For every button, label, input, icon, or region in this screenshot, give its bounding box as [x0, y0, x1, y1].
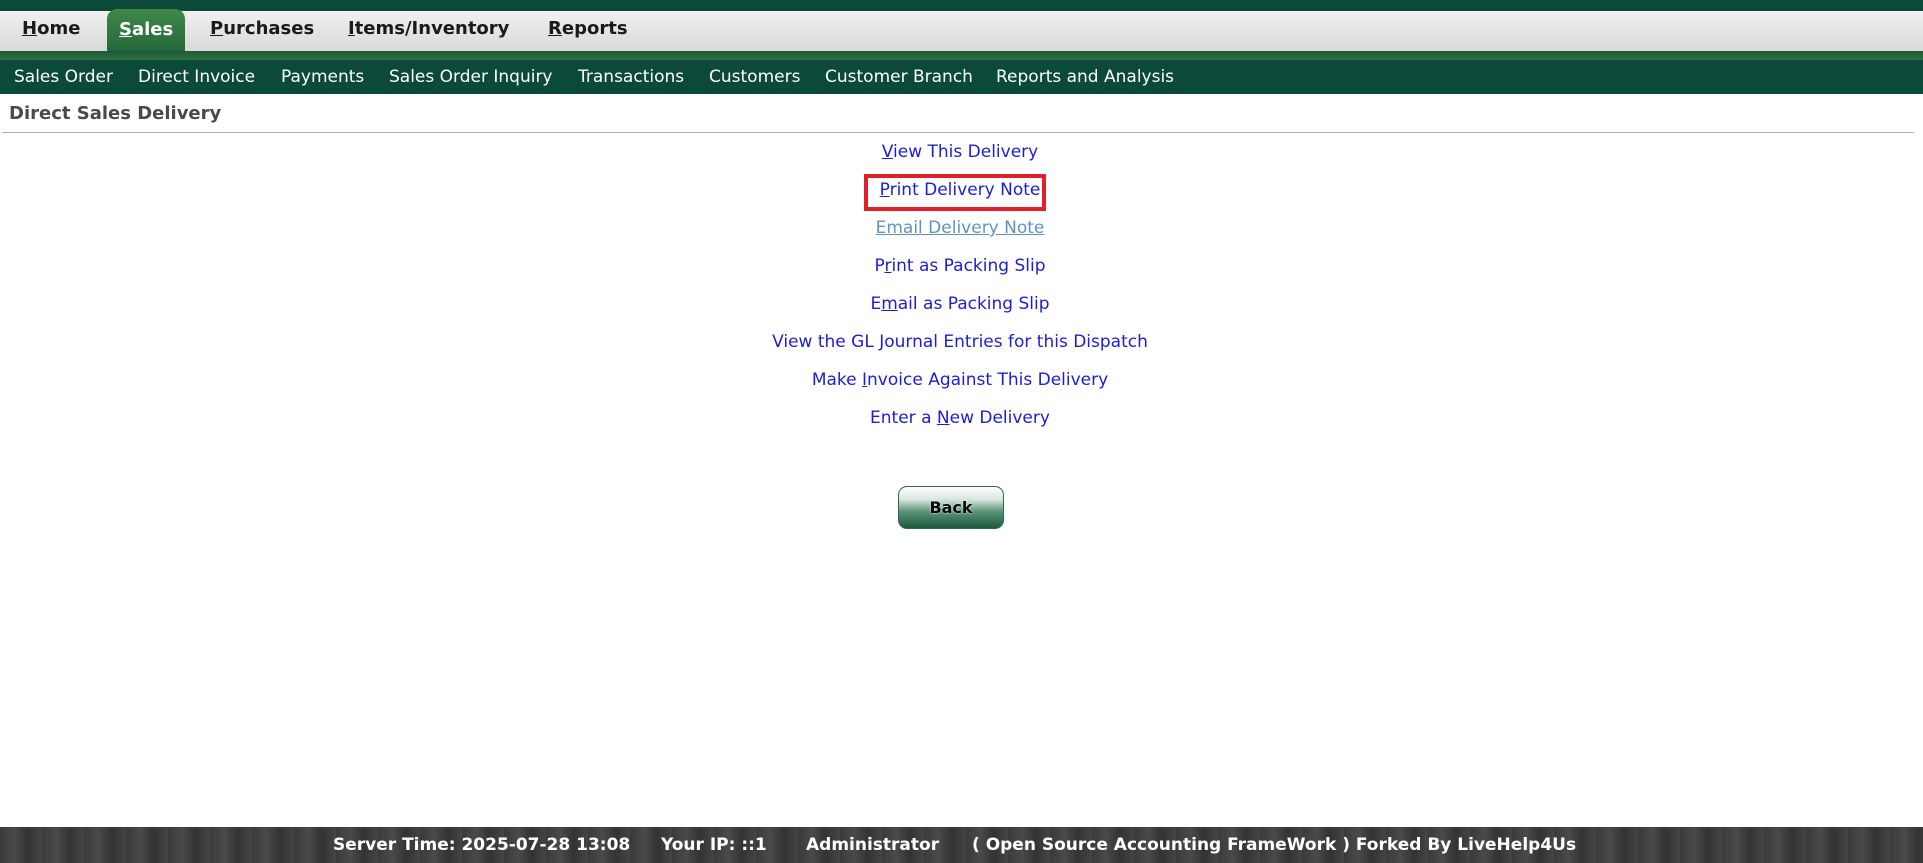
footer-server-time: Server Time: 2025-07-28 13:08 [333, 835, 631, 855]
new-delivery-link[interactable]: Enter a New Delivery [870, 408, 1050, 428]
top-stripe [0, 0, 1923, 11]
action-row-view-delivery: View This Delivery [0, 140, 1920, 164]
tab-items-inventory[interactable]: Items/Inventory [348, 11, 509, 51]
subnav-reports-analysis[interactable]: Reports and Analysis [996, 60, 1174, 94]
page-title: Direct Sales Delivery [9, 103, 222, 124]
action-row-email-delivery-note: Email Delivery Note [0, 216, 1920, 240]
email-packing-slip-link[interactable]: Email as Packing Slip [870, 294, 1049, 314]
subnav-payments[interactable]: Payments [281, 60, 364, 94]
footer-user: Administrator [806, 835, 940, 855]
footer-ip: Your IP: ::1 [661, 835, 767, 855]
view-gl-entries-link[interactable]: View the GL Journal Entries for this Dis… [772, 332, 1148, 352]
action-row-view-gl: View the GL Journal Entries for this Dis… [0, 330, 1920, 354]
tab-purchases[interactable]: Purchases [210, 11, 314, 51]
action-row-make-invoice: Make Invoice Against This Delivery [0, 368, 1920, 392]
action-row-email-packing-slip: Email as Packing Slip [0, 292, 1920, 316]
footer-credit: ( Open Source Accounting FrameWork ) For… [972, 835, 1577, 855]
print-packing-slip-link[interactable]: Print as Packing Slip [874, 256, 1045, 276]
tab-reports[interactable]: Reports [548, 11, 628, 51]
subnav-direct-invoice[interactable]: Direct Invoice [138, 60, 255, 94]
footer-bar: Server Time: 2025-07-28 13:08 Your IP: :… [0, 827, 1923, 863]
email-delivery-note-link[interactable]: Email Delivery Note [876, 218, 1045, 238]
highlight-box [864, 174, 1046, 211]
main-tab-bar: Home Sales Purchases Items/Inventory Rep… [0, 9, 1923, 54]
back-button[interactable]: Back [898, 486, 1004, 529]
subnav-transactions[interactable]: Transactions [578, 60, 684, 94]
subnav-sales-order-inquiry[interactable]: Sales Order Inquiry [389, 60, 553, 94]
action-row-print-packing-slip: Print as Packing Slip [0, 254, 1920, 278]
tab-sales[interactable]: Sales [107, 9, 186, 54]
action-row-new-delivery: Enter a New Delivery [0, 406, 1920, 430]
subnav-customer-branch[interactable]: Customer Branch [825, 60, 973, 94]
tab-bar-underline [0, 51, 1923, 60]
subnav-sales-order[interactable]: Sales Order [14, 60, 113, 94]
view-delivery-link[interactable]: View This Delivery [882, 142, 1038, 162]
make-invoice-link[interactable]: Make Invoice Against This Delivery [812, 370, 1108, 390]
sales-subnav: Sales Order Direct Invoice Payments Sale… [0, 60, 1923, 94]
title-divider [2, 132, 1914, 133]
subnav-customers[interactable]: Customers [709, 60, 800, 94]
tab-home[interactable]: Home [22, 11, 80, 51]
